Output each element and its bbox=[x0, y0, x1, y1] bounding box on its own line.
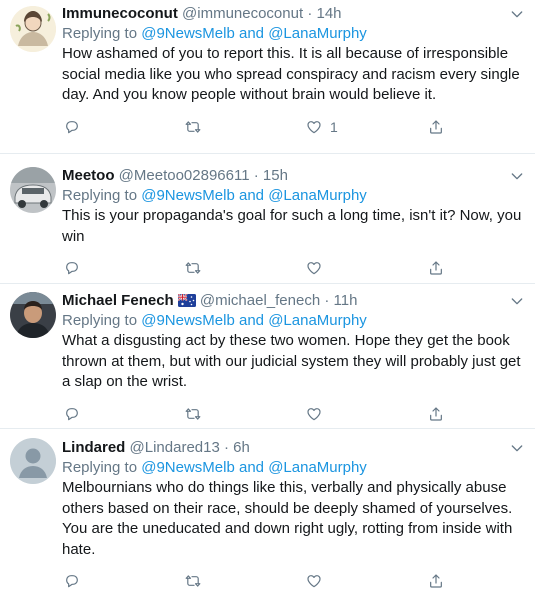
reply-mention-link[interactable]: @LanaMurphy bbox=[268, 459, 367, 476]
like-button[interactable] bbox=[306, 571, 322, 591]
timestamp[interactable]: 15h bbox=[263, 167, 288, 184]
share-icon bbox=[428, 260, 444, 276]
reply-mention-link[interactable]: @LanaMurphy bbox=[268, 312, 367, 329]
chevron-down-icon[interactable] bbox=[509, 168, 525, 184]
retweet-button[interactable] bbox=[185, 404, 201, 424]
reply-button[interactable] bbox=[64, 117, 80, 137]
reply-mention-link[interactable]: @9NewsMelb bbox=[141, 187, 235, 204]
author-name[interactable]: Immunecoconut bbox=[62, 5, 178, 22]
reply-and-link[interactable]: and bbox=[239, 187, 264, 204]
retweet-button[interactable] bbox=[185, 258, 201, 278]
chevron-down-icon[interactable] bbox=[509, 293, 525, 309]
replying-to: Replying to @9NewsMelb and @LanaMurphy bbox=[62, 311, 523, 331]
retweet-icon bbox=[185, 260, 201, 276]
tweet-text: How ashamed of you to report this. It is… bbox=[62, 45, 520, 103]
replying-to-label: Replying to bbox=[62, 459, 138, 476]
timestamp[interactable]: 6h bbox=[233, 439, 250, 456]
reply-tweet[interactable]: Immunecoconut @immunecoconut · 14h Reply… bbox=[0, 0, 535, 154]
tweet-text: Melbournians who do things like this, ve… bbox=[62, 479, 513, 558]
retweet-icon bbox=[185, 119, 201, 135]
reply-mention-link[interactable]: @LanaMurphy bbox=[268, 25, 367, 42]
tweet-text: What a disgusting act by these two women… bbox=[62, 332, 521, 390]
author-handle[interactable]: @Meetoo02896611 bbox=[119, 167, 250, 184]
author-name[interactable]: Meetoo bbox=[62, 167, 115, 184]
timestamp[interactable]: 14h bbox=[316, 5, 341, 22]
reply-icon bbox=[64, 260, 80, 276]
retweet-icon bbox=[185, 406, 201, 422]
replying-to: Replying to @9NewsMelb and @LanaMurphy bbox=[62, 458, 523, 478]
replying-to-label: Replying to bbox=[62, 25, 138, 42]
reply-and-link[interactable]: and bbox=[239, 312, 264, 329]
separator-dot: · bbox=[223, 439, 229, 456]
timestamp[interactable]: 11h bbox=[334, 292, 358, 309]
like-button[interactable]: 1 bbox=[306, 117, 338, 137]
reply-button[interactable] bbox=[64, 571, 80, 591]
reply-button[interactable] bbox=[64, 404, 80, 424]
chevron-down-icon[interactable] bbox=[509, 440, 525, 456]
illustrated-avatar[interactable] bbox=[10, 6, 56, 52]
like-icon bbox=[306, 260, 322, 276]
like-icon bbox=[306, 573, 322, 589]
like-icon bbox=[306, 406, 322, 422]
author-handle[interactable]: @immunecoconut bbox=[182, 5, 303, 22]
reply-and-link[interactable]: and bbox=[239, 25, 264, 42]
retweet-icon bbox=[185, 573, 201, 589]
reply-mention-link[interactable]: @9NewsMelb bbox=[141, 459, 235, 476]
author-name[interactable]: Lindared bbox=[62, 439, 125, 456]
reply-tweet[interactable]: Lindared @Lindared13 · 6h Replying to @9… bbox=[0, 429, 535, 594]
replying-to-label: Replying to bbox=[62, 187, 138, 204]
reply-icon bbox=[64, 406, 80, 422]
like-icon bbox=[306, 119, 322, 135]
reply-button[interactable] bbox=[64, 258, 80, 278]
share-button[interactable] bbox=[428, 258, 444, 278]
reply-mention-link[interactable]: @9NewsMelb bbox=[141, 312, 235, 329]
separator-dot: · bbox=[253, 167, 259, 184]
separator-dot: · bbox=[324, 292, 330, 309]
replying-to-label: Replying to bbox=[62, 312, 138, 329]
tweet-text: This is your propaganda's goal for such … bbox=[62, 207, 522, 245]
default-profile-avatar[interactable] bbox=[10, 438, 56, 484]
like-count: 1 bbox=[330, 118, 338, 135]
reply-icon bbox=[64, 573, 80, 589]
reply-mention-link[interactable]: @LanaMurphy bbox=[268, 187, 367, 204]
like-button[interactable] bbox=[306, 404, 322, 424]
share-icon bbox=[428, 406, 444, 422]
separator-dot: · bbox=[307, 5, 313, 22]
like-button[interactable] bbox=[306, 258, 322, 278]
replying-to: Replying to @9NewsMelb and @LanaMurphy bbox=[62, 186, 523, 206]
australia-flag-icon bbox=[177, 294, 196, 307]
retweet-button[interactable] bbox=[185, 571, 201, 591]
person-photo-avatar[interactable] bbox=[10, 292, 56, 338]
author-name[interactable]: Michael Fenech bbox=[62, 292, 174, 309]
author-handle[interactable]: @Lindared13 bbox=[130, 439, 220, 456]
share-button[interactable] bbox=[428, 117, 444, 137]
reply-tweet[interactable]: Michael Fenech @michael_fenech · 11h Rep… bbox=[0, 284, 535, 429]
share-button[interactable] bbox=[428, 571, 444, 591]
reply-tweet[interactable]: Meetoo @Meetoo02896611 · 15h Replying to… bbox=[0, 154, 535, 284]
car-photo-avatar[interactable] bbox=[10, 167, 56, 213]
chevron-down-icon[interactable] bbox=[509, 6, 525, 22]
author-handle[interactable]: @michael_fenech bbox=[200, 292, 320, 309]
reply-mention-link[interactable]: @9NewsMelb bbox=[141, 25, 235, 42]
reply-and-link[interactable]: and bbox=[239, 459, 264, 476]
share-icon bbox=[428, 573, 444, 589]
replying-to: Replying to @9NewsMelb and @LanaMurphy bbox=[62, 24, 523, 44]
retweet-button[interactable] bbox=[185, 117, 201, 137]
reply-icon bbox=[64, 119, 80, 135]
share-icon bbox=[428, 119, 444, 135]
share-button[interactable] bbox=[428, 404, 444, 424]
